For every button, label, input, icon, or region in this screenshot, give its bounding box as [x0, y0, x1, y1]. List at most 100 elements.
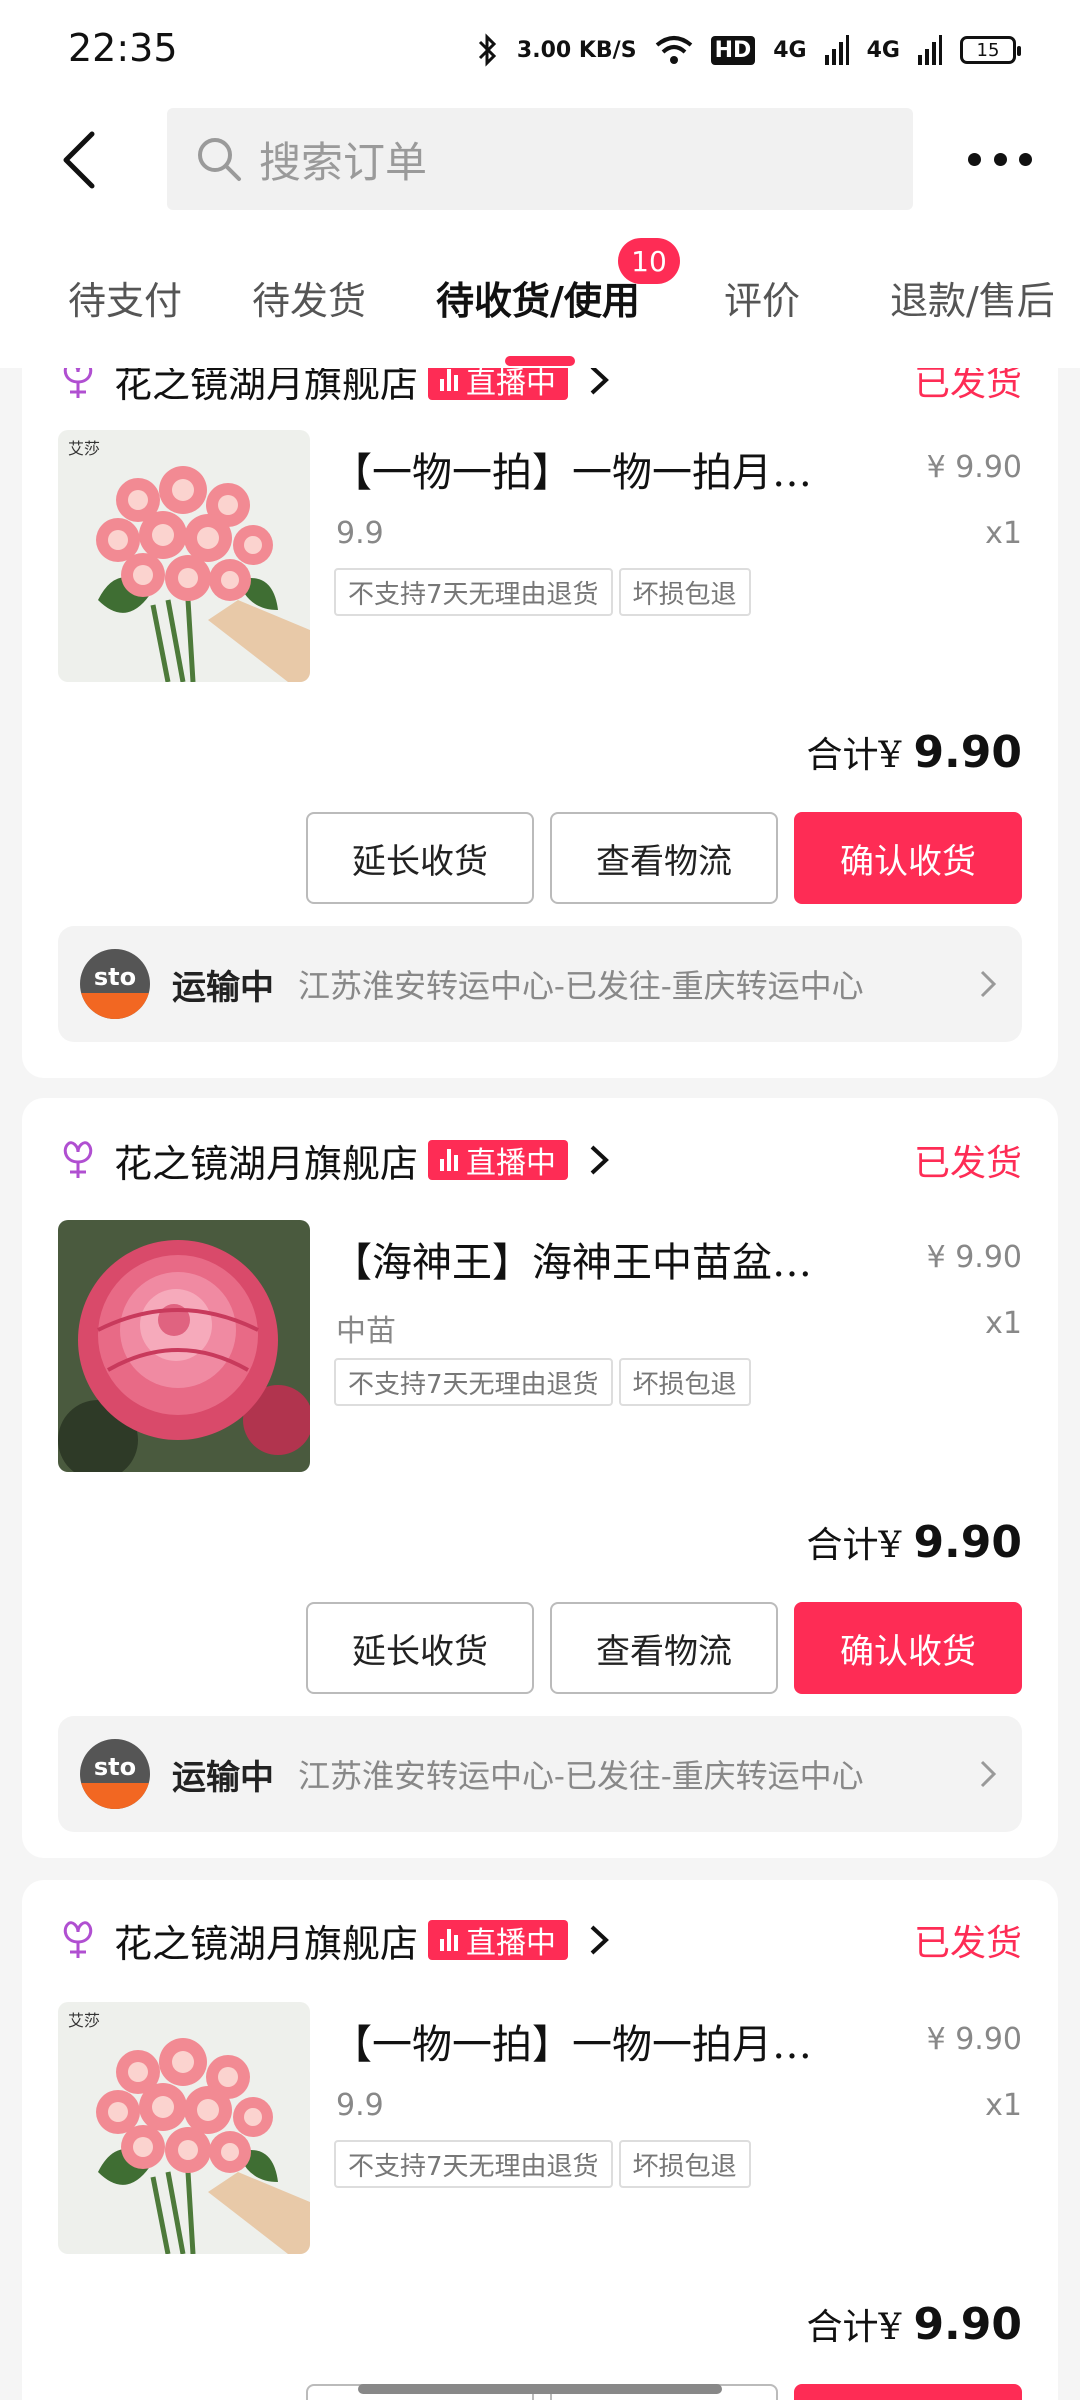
sto-logo-icon: sto [80, 1739, 150, 1809]
product-spec: 9.9 [336, 516, 384, 551]
search-input[interactable]: 搜索订单 [167, 108, 913, 210]
live-badge: 直播中 [428, 1920, 569, 1961]
product-spec: 9.9 [336, 2088, 384, 2123]
home-indicator[interactable] [358, 2384, 722, 2394]
status-bar: 22:35 3.00 KB/S HD 4G 4G 15 [0, 0, 1080, 100]
product-image[interactable]: 艾莎 [58, 2002, 310, 2254]
product-image[interactable] [58, 1220, 310, 1472]
chevron-right-icon [590, 1145, 609, 1175]
signal-bars-icon [824, 35, 849, 65]
logistics-desc: 江苏淮安转运中心-已发往-重庆转运中心 [298, 1757, 864, 1795]
live-badge: 直播中 [428, 1140, 569, 1181]
order-status: 已发货 [913, 1923, 1022, 1964]
shop-name: 花之镜湖月旗舰店 [114, 1141, 419, 1186]
signal-4g-icon-2: 4G [866, 37, 900, 63]
signal-bars-icon-2 [918, 35, 942, 65]
bluetooth-icon [478, 33, 497, 67]
shop-row[interactable]: 花之镜湖月旗舰店 直播中 已发货 [58, 1910, 1022, 1970]
more-icon[interactable] [968, 134, 1032, 184]
tab-indicator [505, 356, 575, 366]
hd-icon: HD [710, 35, 756, 65]
tag-no-return: 不支持7天无理由退货 [334, 568, 613, 616]
tag-no-return: 不支持7天无理由退货 [334, 2140, 613, 2188]
battery-icon: 15 [960, 36, 1021, 64]
shop-logo-icon [63, 368, 93, 398]
product-image-label: 艾莎 [68, 2011, 100, 2030]
view-logistics-button[interactable]: 查看物流 [550, 812, 778, 904]
product-qty: x1 [985, 2088, 1022, 2123]
order-card: 花之镜湖月旗舰店 直播中 已发货 艾莎 【一物一拍】一物一拍月… ¥ 9.90 … [22, 1880, 1058, 2400]
order-card: 花之镜湖月旗舰店 直播中 已发货 【海神王】海神王中苗盆… ¥ 9.90 中苗 … [22, 1098, 1058, 1858]
total-label: 合计¥ [806, 735, 902, 776]
tab-pending-payment[interactable]: 待支付 [68, 270, 182, 325]
chevron-right-icon [590, 1925, 609, 1955]
logistics-row[interactable]: sto 运输中 江苏淮安转运中心-已发往-重庆转运中心 [58, 1716, 1022, 1832]
chevron-right-icon [980, 1760, 997, 1788]
shop-logo-icon [63, 1921, 93, 1958]
tab-badge: 10 [618, 238, 680, 284]
product-price: ¥ 9.90 [926, 450, 1022, 485]
search-placeholder: 搜索订单 [259, 137, 428, 187]
tag-damage-refund: 坏损包退 [618, 1358, 751, 1406]
live-label: 直播中 [466, 1146, 557, 1181]
confirm-receipt-button[interactable] [794, 2384, 1022, 2400]
signal-4g-icon: 4G [773, 37, 807, 63]
battery-level: 15 [976, 39, 1000, 61]
extend-receipt-button[interactable]: 延长收货 [306, 1602, 534, 1694]
tab-pending-shipment[interactable]: 待发货 [252, 270, 366, 325]
product-title[interactable]: 【海神王】海神王中苗盆… [332, 1230, 892, 1288]
logistics-row[interactable]: sto 运输中 江苏淮安转运中心-已发往-重庆转运中心 [58, 926, 1022, 1042]
order-total: 合计¥ 9.90 [807, 726, 1022, 778]
order-list[interactable]: 花之镜湖月旗舰店 直播中 已发货 艾莎 【一物一拍】一物一拍月… ¥ 9.90 … [0, 368, 1080, 2400]
product-price: ¥ 9.90 [926, 1240, 1022, 1275]
live-icon [440, 1929, 459, 1951]
product-qty: x1 [985, 516, 1022, 551]
extend-receipt-button[interactable]: 延长收货 [306, 812, 534, 904]
live-label: 直播中 [466, 1926, 557, 1961]
total-value: 9.90 [913, 1517, 1022, 1568]
confirm-receipt-button[interactable]: 确认收货 [794, 1602, 1022, 1694]
product-tags: 不支持7天无理由退货 坏损包退 [334, 2140, 751, 2188]
tab-review[interactable]: 评价 [724, 270, 800, 325]
action-buttons: 延长收货 查看物流 确认收货 [306, 1602, 1022, 1694]
total-label: 合计¥ [806, 1525, 902, 1566]
product-tags: 不支持7天无理由退货 坏损包退 [334, 568, 751, 616]
order-card: 花之镜湖月旗舰店 直播中 已发货 艾莎 【一物一拍】一物一拍月… ¥ 9.90 … [22, 368, 1058, 1078]
order-tabs: 待支付 待发货 待收货/使用 10 评价 退款/售后 [0, 220, 1080, 368]
wifi-icon [655, 36, 692, 64]
live-badge: 直播中 [428, 368, 569, 401]
shop-row[interactable]: 花之镜湖月旗舰店 直播中 已发货 [58, 368, 1022, 410]
tag-damage-refund: 坏损包退 [618, 2140, 751, 2188]
product-qty: x1 [985, 1306, 1022, 1341]
product-image[interactable]: 艾莎 [58, 430, 310, 682]
total-value: 9.90 [913, 727, 1022, 778]
product-spec: 中苗 [336, 1314, 396, 1349]
order-total: 合计¥ 9.90 [807, 2298, 1022, 2350]
order-status: 已发货 [913, 1143, 1022, 1184]
logistics-desc: 江苏淮安转运中心-已发往-重庆转运中心 [298, 967, 864, 1005]
product-price: ¥ 9.90 [926, 2022, 1022, 2057]
tab-pending-receipt[interactable]: 待收货/使用 [436, 270, 640, 325]
sto-logo-icon: sto [80, 949, 150, 1019]
order-total: 合计¥ 9.90 [807, 1516, 1022, 1568]
tag-no-return: 不支持7天无理由退货 [334, 1358, 613, 1406]
shop-name: 花之镜湖月旗舰店 [114, 368, 419, 406]
product-title[interactable]: 【一物一拍】一物一拍月… [332, 2012, 892, 2070]
tag-damage-refund: 坏损包退 [618, 568, 751, 616]
live-icon [440, 1149, 459, 1171]
live-icon [440, 369, 459, 391]
net-speed: 3.00 KB/S [516, 37, 637, 63]
back-icon[interactable] [52, 128, 112, 192]
confirm-receipt-button[interactable]: 确认收货 [794, 812, 1022, 904]
product-title[interactable]: 【一物一拍】一物一拍月… [332, 440, 892, 498]
chevron-right-icon [590, 368, 609, 395]
total-label: 合计¥ [806, 2307, 902, 2348]
tab-refund[interactable]: 退款/售后 [890, 270, 1055, 325]
product-image-label: 艾莎 [68, 439, 100, 458]
status-time: 22:35 [68, 26, 178, 70]
total-value: 9.90 [913, 2299, 1022, 2350]
view-logistics-button[interactable]: 查看物流 [550, 1602, 778, 1694]
status-icons: 3.00 KB/S HD 4G 4G 15 [477, 28, 1021, 72]
shop-row[interactable]: 花之镜湖月旗舰店 直播中 已发货 [58, 1130, 1022, 1190]
live-label: 直播中 [466, 368, 557, 401]
